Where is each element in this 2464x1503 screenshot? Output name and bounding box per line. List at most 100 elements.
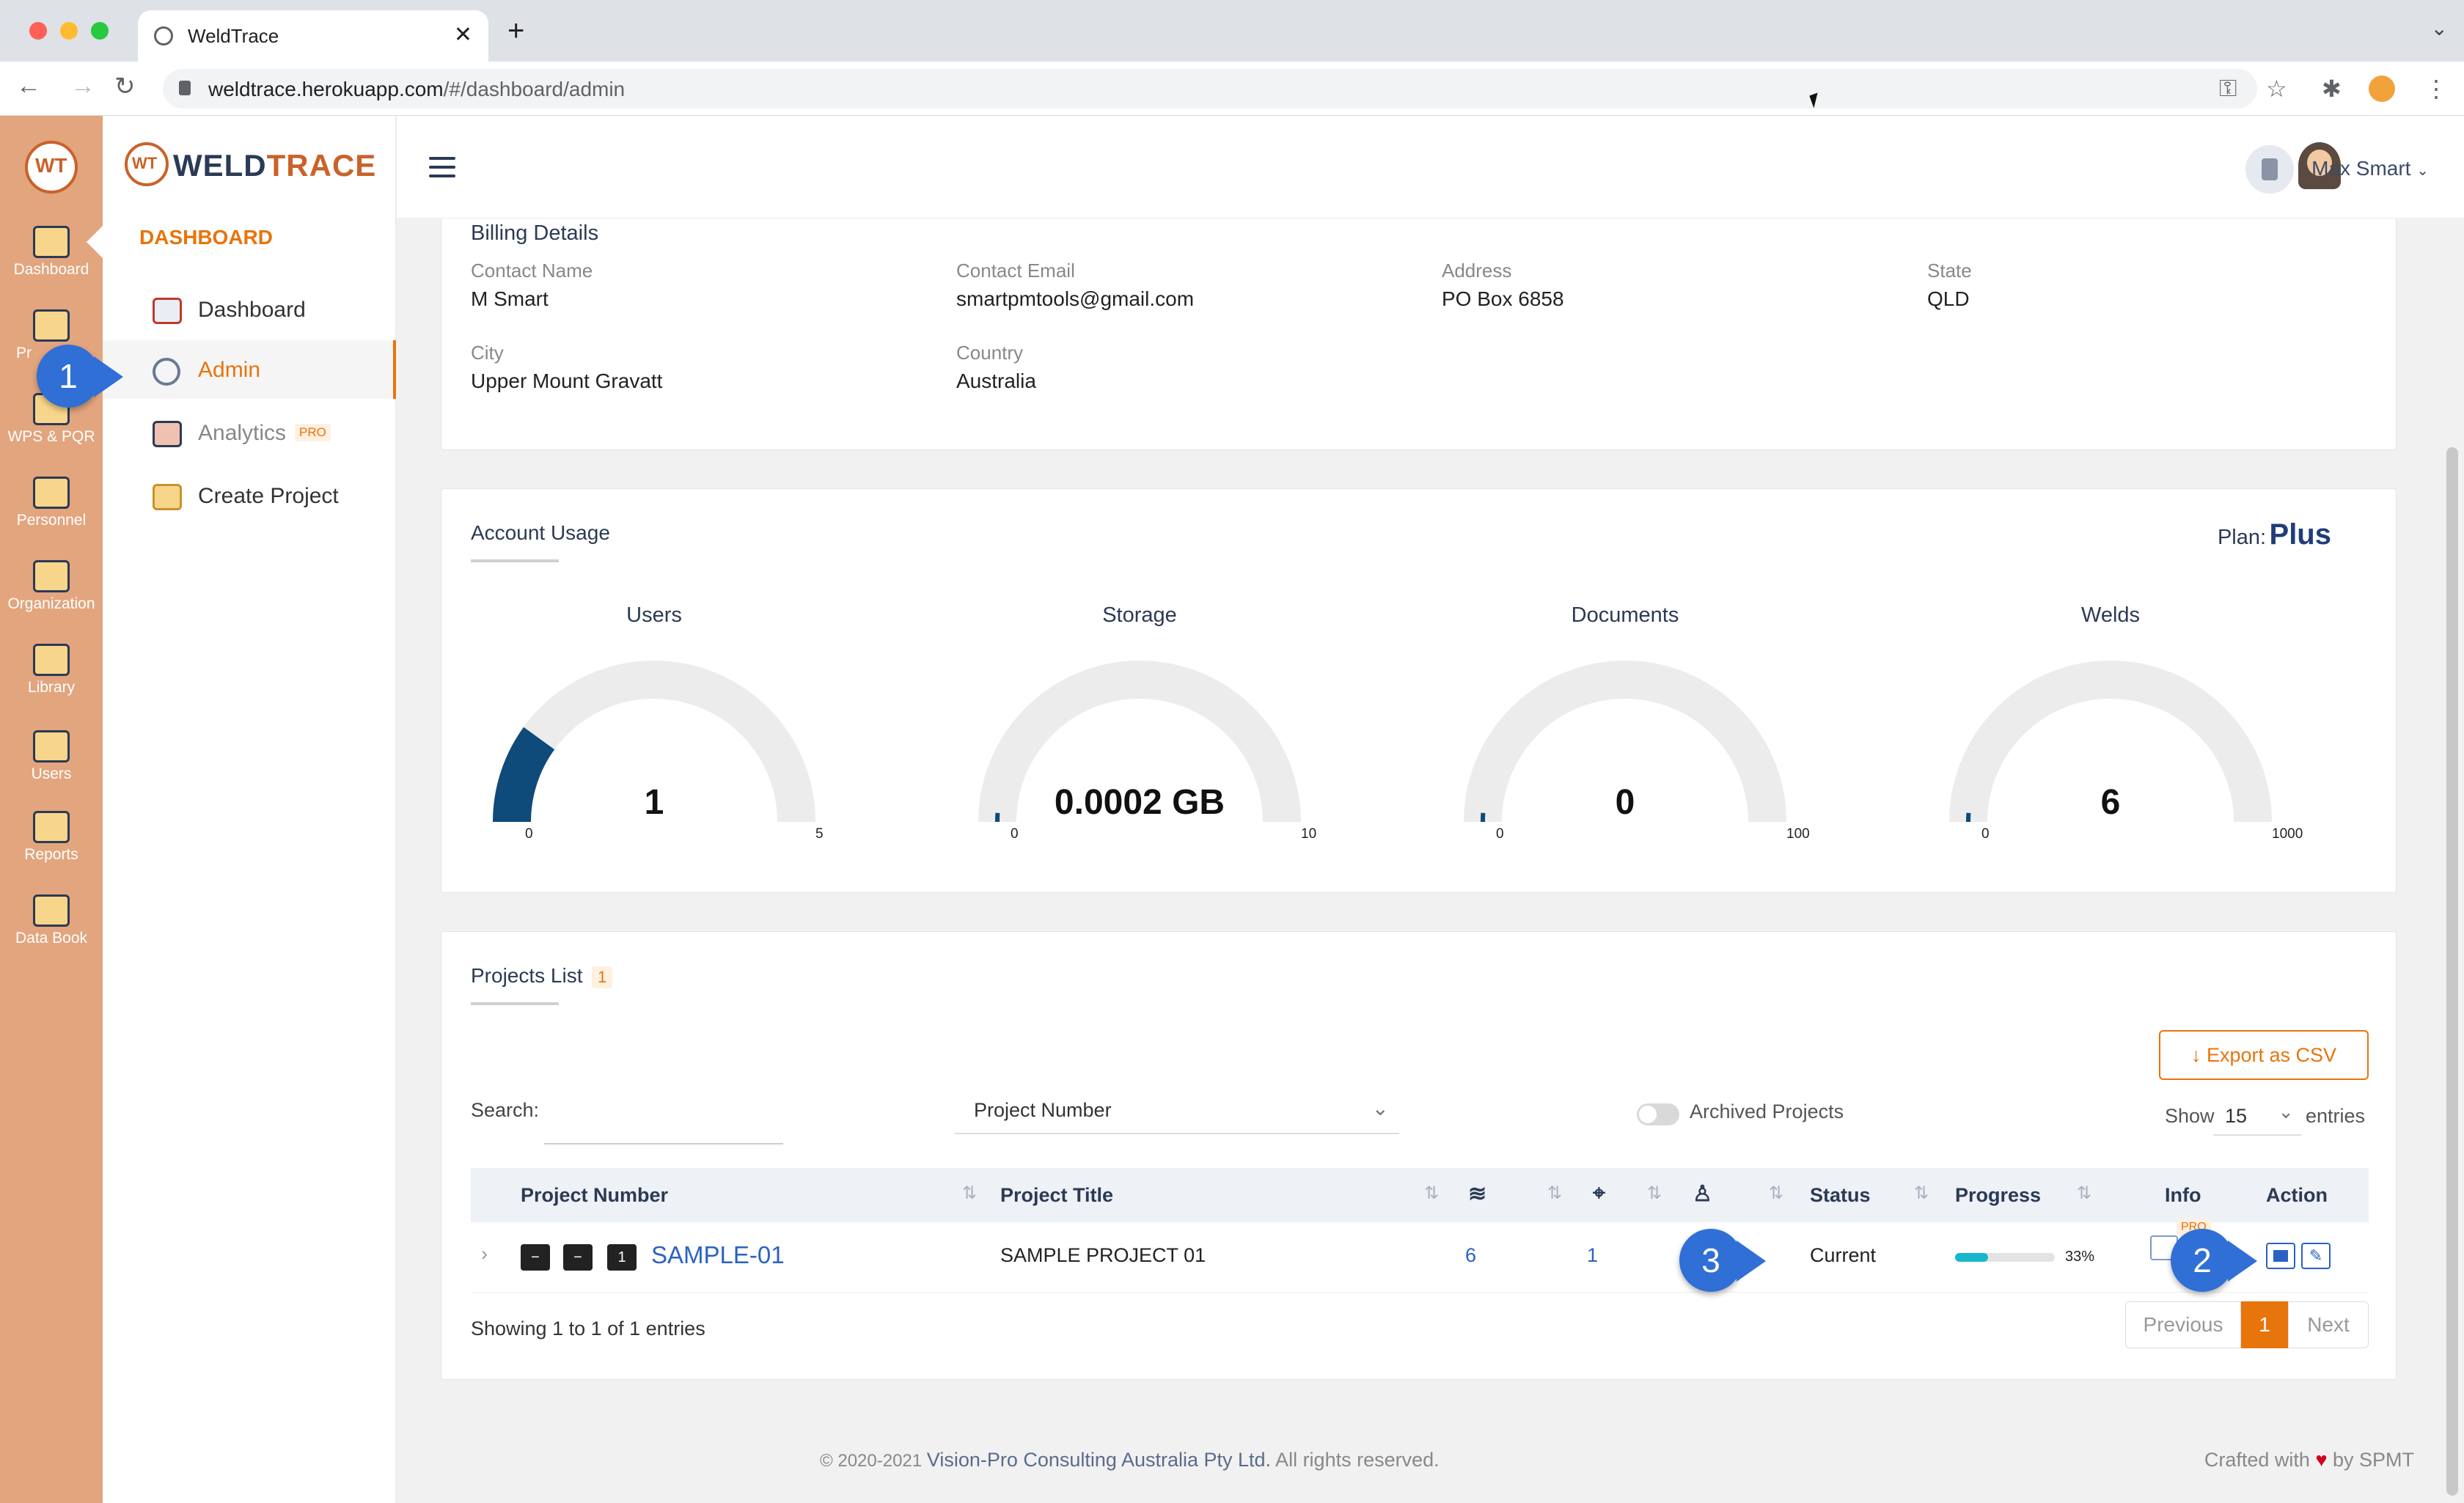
account-usage-card: Account Usage Plan: Plus Users 1 0 5 Storage… [441,488,2397,893]
back-button[interactable]: ← [16,72,41,100]
export-label: Export as CSV [2206,1044,2337,1066]
maximize-window-button[interactable] [91,22,109,40]
gauge-value: 0 [1615,783,1635,822]
sort-icon[interactable]: ⇅ [1424,1183,1439,1204]
rail-item-personnel[interactable]: Personnel [0,477,103,529]
col-progress[interactable]: Progress [1955,1184,2041,1207]
forward-button[interactable]: → [70,72,95,100]
col-project-number[interactable]: Project Number [521,1184,668,1207]
address-value: PO Box 6858 [1442,287,1564,310]
country-label: Country [956,342,1024,364]
next-page-button[interactable]: Next [2288,1301,2369,1348]
progress-text: 33% [2065,1249,2095,1265]
search-input[interactable] [544,1127,783,1144]
menu-item-create-project[interactable]: Create Project [103,466,396,525]
gauge-min: 0 [1011,826,1019,842]
row-action-icon[interactable]: − [563,1244,593,1271]
export-csv-button[interactable]: ↓ Export as CSV [2159,1030,2369,1080]
sort-icon[interactable]: ⇅ [2077,1183,2091,1204]
page-scrollbar[interactable] [2446,447,2458,1496]
row-action-icon[interactable]: − [521,1244,550,1271]
menu-item-admin[interactable]: Admin [103,340,396,399]
side-menu: WT WELDTRACE DASHBOARD Dashboard Admin A… [87,116,396,1503]
chevron-down-icon: ⌄ [1371,1097,1389,1120]
edit-icon[interactable]: ✎ [2301,1243,2331,1269]
previous-page-button[interactable]: Previous [2125,1301,2241,1348]
expand-chevron-icon[interactable]: › [481,1243,488,1265]
star-icon[interactable]: ☆ [2266,75,2287,103]
sort-icon[interactable]: ⇅ [1647,1183,1662,1204]
row-action-icon[interactable]: 1 [607,1244,637,1271]
sort-icon[interactable]: ⇅ [1769,1183,1783,1204]
callout-pointer [1737,1241,1766,1282]
gauge-min: 0 [525,826,533,842]
rail-item-library[interactable]: Library [0,644,103,697]
minimize-window-button[interactable] [60,22,78,40]
close-tab-icon[interactable]: ✕ [454,22,472,48]
reports-icon [33,811,70,843]
welds-count-link[interactable]: 6 [1465,1244,1476,1267]
rail-item-reports[interactable]: Reports [0,811,103,864]
entries-label: entries [2306,1105,2366,1127]
brand-prefix: WELD [173,148,267,183]
tab-title: WeldTrace [188,25,279,47]
project-number-link[interactable]: SAMPLE-01 [651,1241,785,1269]
col-project-title[interactable]: Project Title [1000,1184,1113,1207]
archive-icon[interactable] [2266,1243,2295,1269]
menu-label: Analytics [198,421,287,445]
close-window-button[interactable] [29,22,47,40]
rail-item-users[interactable]: Users [0,730,103,783]
new-tab-button[interactable]: + [507,15,524,48]
progress-bar [1955,1253,2055,1262]
col-status[interactable]: Status [1810,1184,1871,1207]
contact-name-label: Contact Name [471,260,593,282]
gauge-value: 6 [2100,783,2121,822]
chevron-down-icon: ⌄ [2416,163,2429,179]
gauge-max: 5 [815,826,824,842]
logo-text: WT [35,154,67,177]
sort-icon[interactable]: ⇅ [962,1183,977,1204]
page-size-select[interactable]: 15 ⌄ [2213,1098,2301,1136]
reload-button[interactable]: ↻ [114,72,136,101]
gauge-max: 1000 [2272,826,2303,842]
personnel-icon[interactable]: ♙ [1693,1181,1712,1207]
brand-suffix: TRACE [266,148,377,183]
gauge-title: Storage [1102,603,1177,627]
extensions-icon[interactable]: ✱ [2322,75,2342,103]
menu-item-analytics[interactable]: Analytics PRO [103,403,396,462]
filter-select[interactable]: Project Number ⌄ [955,1096,1399,1134]
sort-icon[interactable]: ⇅ [1547,1183,1562,1204]
weldtrace-logo[interactable]: WT [25,141,78,194]
users-icon [33,730,70,762]
sort-icon[interactable]: ⇅ [1914,1183,1929,1204]
country-value: Australia [956,370,1036,392]
archived-toggle[interactable] [1637,1103,1679,1125]
profile-icon[interactable] [2369,76,2395,102]
browser-tab[interactable]: WeldTrace ✕ [138,10,488,62]
menu-item-dashboard[interactable]: Dashboard [103,280,396,339]
tag-icon[interactable]: ⌖ [1593,1181,1605,1206]
rail-item-organization[interactable]: Organization [0,560,103,613]
gauge-max: 10 [1301,826,1317,842]
url-field[interactable]: weldtrace.herokuapp.com/#/dashboard/admi… [163,69,2257,109]
company-name: Vision-Pro Consulting Australia Pty Ltd. [926,1449,1272,1471]
col-info: Info [2165,1184,2201,1206]
welds-icon[interactable]: ≋ [1468,1181,1486,1207]
footer-copyright: © 2020-2021 Vision-Pro Consulting Austra… [820,1449,1440,1471]
analytics-icon [153,421,182,447]
title-underline [471,559,559,562]
more-icon[interactable]: ⋮ [2424,75,2448,103]
user-menu[interactable]: Max Smart ⌄ [2311,157,2429,180]
download-icon: ↓ [2190,1044,2201,1066]
key-icon[interactable]: ⚿ [2219,75,2237,103]
top-header: Max Smart ⌄ [397,116,2464,218]
notebook-icon[interactable] [2245,145,2294,194]
chevron-down-icon[interactable]: ⌄ [2431,16,2448,40]
page-1-button[interactable]: 1 [2241,1301,2288,1348]
gauge-max: 100 [1786,826,1810,842]
address-bar: ← → ↻ weldtrace.herokuapp.com/#/dashboar… [0,62,2464,116]
rail-item-data-book[interactable]: Data Book [0,894,103,947]
hamburger-menu-icon[interactable] [429,157,455,183]
docs-count-link[interactable]: 1 [1587,1244,1598,1267]
menu-label: Create Project [198,484,339,508]
